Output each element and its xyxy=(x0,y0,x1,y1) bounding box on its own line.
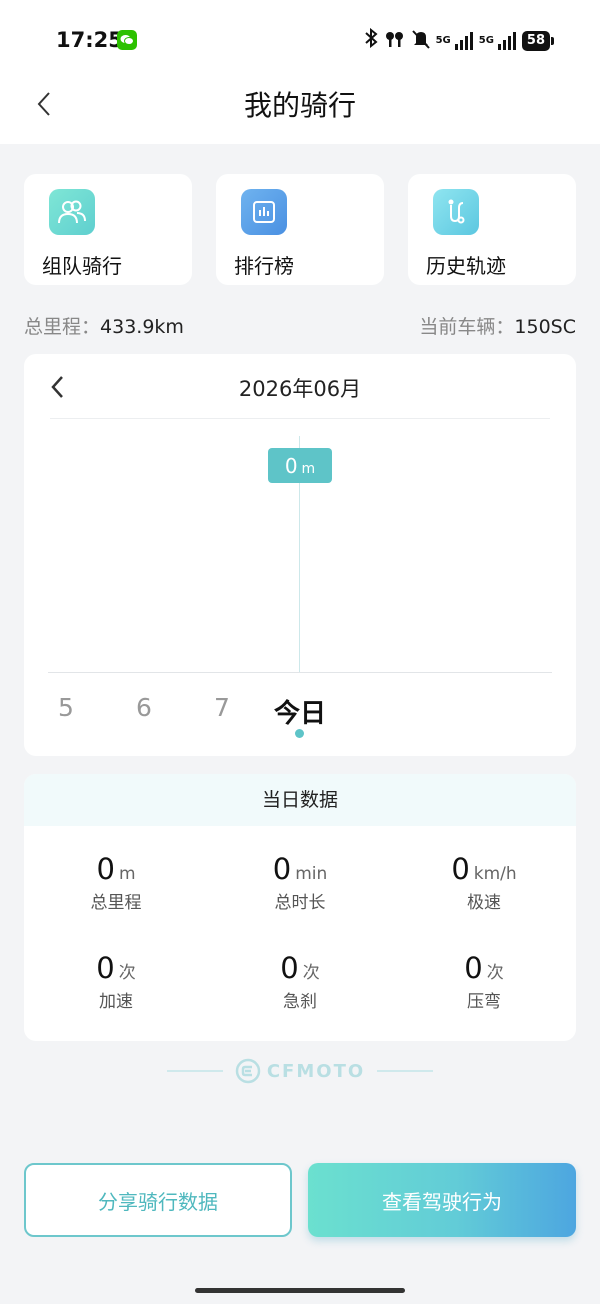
tooltip-unit: m xyxy=(301,461,316,477)
stat-total-duration: 0 min 总时长 xyxy=(208,852,392,913)
home-indicator[interactable] xyxy=(195,1288,405,1293)
stat-unit: 次 xyxy=(118,963,136,983)
team-ride-label: 组队骑行 xyxy=(42,254,122,278)
network-type-2: 5G xyxy=(478,35,494,46)
stat-label: 压弯 xyxy=(467,992,501,1012)
stat-value: 0 xyxy=(272,852,292,886)
page-title: 我的骑行 xyxy=(243,89,356,122)
total-mileage-value: 433.9km xyxy=(100,316,184,338)
stat-value: 0 xyxy=(451,852,470,886)
total-mileage: 总里程：433.9km xyxy=(24,312,184,339)
total-mileage-label: 总里程： xyxy=(24,316,101,338)
day-label[interactable]: 6 xyxy=(136,693,152,722)
stat-total-mileage: 0m 总里程 xyxy=(24,852,208,913)
earbuds-icon xyxy=(384,30,406,52)
ranking-card[interactable]: 排行榜 xyxy=(216,174,384,285)
monthly-chart-card: 2026年06月 0 m 5 6 7 今日 xyxy=(24,354,576,756)
logo-text: CFMOTO xyxy=(266,1060,366,1082)
selected-day-dot xyxy=(295,729,304,738)
stat-hard-braking: 0次 急刹 xyxy=(208,951,392,1012)
stat-label: 急刹 xyxy=(283,992,317,1012)
current-vehicle-value: 150SC xyxy=(514,316,576,338)
history-track-card[interactable]: 历史轨迹 xyxy=(408,174,576,285)
daily-data-card: 当日数据 0m 总里程 0 min 总时长 0 km/h 极速 0次 加速 0次 急… xyxy=(24,774,576,1041)
stat-cornering: 0次 压弯 xyxy=(392,951,576,1012)
route-track-icon xyxy=(433,189,479,235)
ranking-label: 排行榜 xyxy=(234,254,294,278)
wechat-notification-icon xyxy=(117,30,137,50)
network-type-1: 5G xyxy=(435,35,451,46)
daily-data-title: 当日数据 xyxy=(24,774,576,826)
stat-value: 0 xyxy=(96,852,115,886)
stat-acceleration: 0次 加速 xyxy=(24,951,208,1012)
signal-bars-icon xyxy=(454,32,473,50)
stat-label: 加速 xyxy=(99,992,133,1012)
month-title: 2026年06月 xyxy=(238,377,362,401)
share-ride-data-button[interactable]: 分享骑行数据 xyxy=(24,1163,292,1237)
status-icons: 5G 5G 58 xyxy=(364,27,555,54)
history-track-label: 历史轨迹 xyxy=(426,254,506,278)
stat-unit: min xyxy=(295,864,328,884)
status-time: 17:25 xyxy=(56,28,123,52)
chart-tooltip: 0 m xyxy=(268,448,332,483)
ride-summary: 总里程：433.9km 当前车辆：150SC xyxy=(24,312,576,339)
stat-unit: m xyxy=(118,864,136,884)
brand-logo: CFMOTO xyxy=(0,1056,600,1086)
day-label-today[interactable]: 今日 xyxy=(274,693,326,730)
day-label[interactable]: 5 xyxy=(58,693,74,722)
chart-divider xyxy=(50,418,550,419)
stat-unit: 次 xyxy=(486,963,504,983)
logo-divider-right xyxy=(377,1070,434,1072)
stat-value: 0 xyxy=(96,951,115,985)
day-label[interactable]: 7 xyxy=(214,693,230,722)
current-vehicle: 当前车辆：150SC xyxy=(419,312,576,339)
tooltip-value: 0 xyxy=(284,454,298,478)
stat-top-speed: 0 km/h 极速 xyxy=(392,852,576,913)
ranking-chart-icon xyxy=(241,189,287,235)
bluetooth-icon xyxy=(364,27,378,54)
mute-bell-icon xyxy=(411,29,430,53)
cfmoto-logo-icon xyxy=(235,1058,261,1084)
signal-bars-icon-2 xyxy=(497,32,516,50)
team-ride-card[interactable]: 组队骑行 xyxy=(24,174,192,285)
stat-value: 0 xyxy=(464,951,483,985)
stat-label: 极速 xyxy=(467,893,501,913)
team-riders-icon xyxy=(49,189,95,235)
stat-unit: km/h xyxy=(473,864,517,884)
battery-level: 58 xyxy=(521,31,555,51)
page-header: 我的骑行 xyxy=(0,60,600,144)
logo-divider-left xyxy=(166,1070,223,1072)
stat-value: 0 xyxy=(280,951,299,985)
stat-unit: 次 xyxy=(302,963,320,983)
stat-label: 总时长 xyxy=(274,893,326,913)
current-vehicle-label: 当前车辆： xyxy=(419,316,515,338)
chart-x-axis xyxy=(48,672,552,673)
view-driving-behavior-button[interactable]: 查看驾驶行为 xyxy=(308,1163,576,1237)
stat-label: 总里程 xyxy=(90,893,142,913)
